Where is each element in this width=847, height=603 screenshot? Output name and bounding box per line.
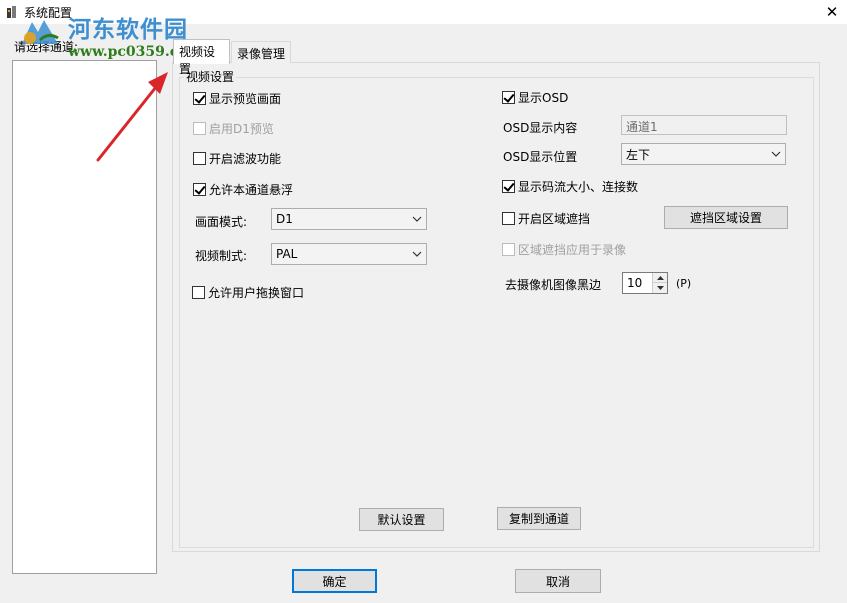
black-border-label: 去摄像机图像黑边: [505, 278, 602, 292]
watermark-url: www.pc0359.cn: [68, 44, 189, 60]
osd-position-label: OSD显示位置: [503, 150, 578, 164]
watermark-title: 河东软件园: [68, 16, 188, 43]
checkbox-label: 显示预览画面: [209, 91, 282, 106]
chevron-up-icon: [656, 275, 664, 280]
chevron-down-icon: [408, 244, 426, 264]
checkbox-box: [502, 211, 515, 225]
checkbox-label: 显示OSD: [518, 90, 569, 105]
cancel-button[interactable]: 取消: [515, 569, 601, 593]
close-button[interactable]: ✕: [818, 0, 846, 24]
checkbox-box: [502, 179, 515, 193]
chevron-down-icon: [656, 286, 664, 290]
chevron-down-icon: [408, 209, 426, 229]
chevron-down-icon: [767, 144, 785, 164]
field-value: 通道1: [626, 120, 658, 134]
mask-apply-record-checkbox: 区域遮挡应用于录像: [502, 241, 626, 257]
spinner-down-button[interactable]: [652, 283, 667, 293]
show-preview-checkbox[interactable]: 显示预览画面: [193, 90, 281, 106]
checkbox-box: [193, 151, 206, 165]
checkbox-box: [193, 121, 206, 135]
close-icon: ✕: [825, 3, 839, 21]
select-value: 左下: [626, 147, 651, 162]
checkbox-label: 允许本通道悬浮: [209, 182, 294, 197]
tab-record-management[interactable]: 录像管理: [231, 41, 291, 63]
tab-label: 录像管理: [237, 47, 286, 61]
checkbox-box: [192, 285, 205, 299]
osd-position-select[interactable]: 左下: [621, 143, 786, 165]
checkbox-box: [502, 90, 515, 104]
spinner-value: 10: [627, 276, 643, 290]
tab-video-settings[interactable]: 视频设置: [173, 39, 230, 76]
checkbox-label: 显示码流大小、连接数: [518, 179, 639, 194]
watermark-logo-icon: [22, 20, 59, 44]
show-osd-checkbox[interactable]: 显示OSD: [502, 89, 568, 105]
osd-content-label: OSD显示内容: [503, 121, 578, 135]
copy-to-channel-button[interactable]: 复制到通道: [497, 507, 581, 530]
black-border-spinner[interactable]: 10: [622, 272, 668, 294]
checkbox-label: 区域遮挡应用于录像: [518, 242, 627, 257]
checkbox-box: [502, 242, 515, 256]
group-title: 视频设置: [184, 68, 237, 85]
checkbox-label: 允许用户拖换窗口: [208, 285, 305, 300]
checkbox-label: 启用D1预览: [209, 121, 274, 136]
allow-float-checkbox[interactable]: 允许本通道悬浮: [193, 181, 293, 197]
mask-settings-button[interactable]: 遮挡区域设置: [664, 206, 788, 229]
select-value: PAL: [276, 247, 298, 261]
annotation-arrow-icon: [96, 72, 168, 162]
app-icon: [7, 6, 16, 18]
video-format-select[interactable]: PAL: [271, 243, 427, 265]
show-stream-checkbox[interactable]: 显示码流大小、连接数: [502, 178, 638, 194]
picture-mode-select[interactable]: D1: [271, 208, 427, 230]
select-value: D1: [276, 212, 293, 226]
region-mask-checkbox[interactable]: 开启区域遮挡: [502, 210, 590, 226]
osd-content-field[interactable]: 通道1: [621, 115, 787, 135]
checkbox-label: 开启滤波功能: [209, 151, 282, 166]
checkbox-label: 开启区域遮挡: [518, 211, 591, 226]
unit-label: (P): [676, 277, 692, 290]
default-settings-button[interactable]: 默认设置: [359, 508, 444, 531]
enable-filter-checkbox[interactable]: 开启滤波功能: [193, 150, 281, 166]
checkbox-box: [193, 182, 206, 196]
picture-mode-label: 画面模式:: [195, 215, 248, 229]
video-format-label: 视频制式:: [195, 249, 248, 263]
ok-button[interactable]: 确定: [292, 569, 377, 593]
allow-drag-checkbox[interactable]: 允许用户拖换窗口: [192, 284, 304, 300]
checkbox-box: [193, 91, 206, 105]
enable-d1-preview-checkbox: 启用D1预览: [193, 120, 274, 136]
spinner-up-button[interactable]: [652, 273, 667, 283]
